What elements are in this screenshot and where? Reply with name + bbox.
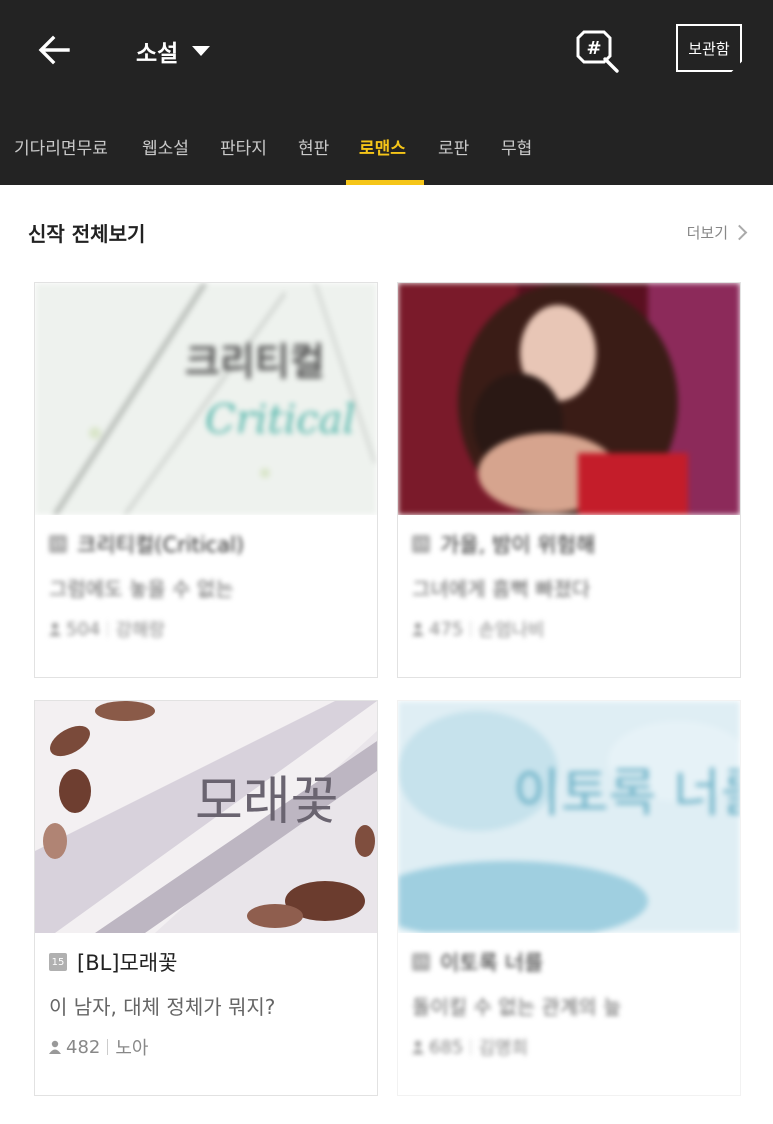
novel-title: 크리티컬(Critical) — [77, 533, 245, 557]
genre-tabs: 기다리면무료 웹소설 판타지 현판 로맨스 로판 무협 — [0, 118, 773, 185]
author-name: 노아 — [115, 1038, 149, 1059]
card-info: 15 [BL]모래꽃 이 남자, 대체 정체가 뭐지? 482 노아 — [35, 933, 377, 1095]
category-dropdown[interactable]: 소설 — [136, 34, 211, 68]
cover-title-text: 모래꽃 — [195, 772, 339, 832]
tab-modern-fantasy[interactable]: 현판 — [298, 134, 329, 159]
caret-down-icon — [192, 46, 211, 56]
tab-martial-arts[interactable]: 무협 — [501, 134, 532, 159]
age-badge: 15 — [412, 953, 430, 971]
card-info: 15 크리티컬(Critical) 그럼에도 놓을 수 없는 504 강해랑 — [35, 515, 377, 677]
novel-title: [BL]모래꽃 — [77, 951, 178, 975]
novel-title: 이토록 너를 — [440, 951, 544, 975]
novel-card[interactable]: 15 가을, 밤이 위험해 그녀에게 흠뻑 빠졌다 475 손엄나비 — [397, 282, 741, 678]
storage-button[interactable]: 보관함 — [676, 24, 742, 72]
active-tab-indicator — [346, 180, 424, 185]
author-name: 손엄나비 — [478, 620, 545, 641]
cover-subtitle-text: Critical — [205, 397, 355, 443]
novel-card[interactable]: 이토록 너를 15 이토록 너를 돌이킬 수 없는 관계의 늪 685 김명희 — [397, 700, 741, 1096]
view-count: 475 — [429, 618, 464, 640]
page-title: 소설 — [136, 41, 179, 67]
novel-description: 그녀에게 흠뻑 빠졌다 — [412, 577, 591, 601]
person-icon — [412, 622, 424, 636]
back-arrow-icon[interactable] — [34, 30, 74, 70]
tab-romance-fantasy[interactable]: 로판 — [438, 134, 469, 159]
novel-card[interactable]: 모래꽃 15 [BL]모래꽃 이 남자, 대체 정체가 뭐지? 482 노아 — [34, 700, 378, 1096]
tab-romance[interactable]: 로맨스 — [359, 134, 406, 159]
top-bar: 소설 # 보관함 — [0, 0, 773, 100]
view-count: 685 — [429, 1036, 464, 1058]
author-name: 강해랑 — [115, 620, 166, 641]
person-icon — [412, 1040, 424, 1054]
tab-web-novel[interactable]: 웹소설 — [142, 134, 189, 159]
hashtag-search-icon[interactable]: # — [572, 28, 622, 76]
novel-description: 돌이킬 수 없는 관계의 늪 — [412, 995, 622, 1019]
more-label: 더보기 — [686, 224, 728, 242]
cover-image: 이토록 너를 — [398, 701, 740, 933]
cover-image: 모래꽃 — [35, 701, 377, 933]
age-badge: 15 — [412, 535, 430, 553]
svg-text:#: # — [586, 38, 601, 59]
app-header: 소설 # 보관함 기다리면무료 웹소설 판타지 현판 로맨스 로판 무협 — [0, 0, 773, 185]
author-name: 김명희 — [478, 1038, 529, 1059]
cover-image — [398, 283, 740, 515]
section-title: 신작 전체보기 — [28, 222, 146, 246]
card-info: 15 가을, 밤이 위험해 그녀에게 흠뻑 빠졌다 475 손엄나비 — [398, 515, 740, 677]
cover-title-text: 이토록 너를 — [513, 764, 740, 824]
more-link[interactable]: 더보기 — [686, 222, 748, 243]
novel-description: 이 남자, 대체 정체가 뭐지? — [49, 995, 276, 1019]
novel-description: 그럼에도 놓을 수 없는 — [49, 577, 234, 601]
chevron-right-icon — [731, 224, 748, 241]
age-badge: 15 — [49, 535, 67, 553]
cover-title-text: 크리티컬 — [185, 339, 325, 384]
tab-fantasy[interactable]: 판타지 — [220, 134, 267, 159]
age-badge: 15 — [49, 953, 67, 971]
person-icon — [49, 622, 61, 636]
tab-free-wait[interactable]: 기다리면무료 — [14, 134, 108, 159]
person-icon — [49, 1040, 61, 1054]
cover-image: 크리티컬 Critical — [35, 283, 377, 515]
card-info: 15 이토록 너를 돌이킬 수 없는 관계의 늪 685 김명희 — [398, 933, 740, 1095]
novel-title: 가을, 밤이 위험해 — [440, 533, 596, 557]
view-count: 482 — [66, 1036, 101, 1058]
view-count: 504 — [66, 618, 101, 640]
novel-card[interactable]: 크리티컬 Critical 15 크리티컬(Critical) 그럼에도 놓을 수… — [34, 282, 378, 678]
